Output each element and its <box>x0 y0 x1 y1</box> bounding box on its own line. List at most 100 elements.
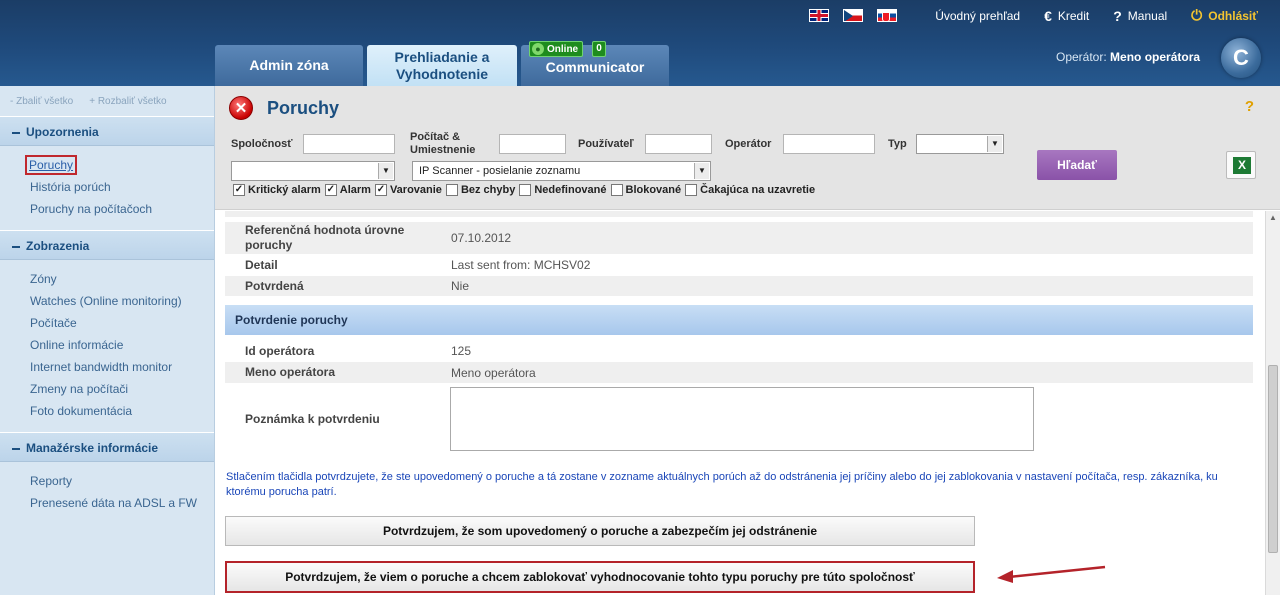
page-header: ✕ Poruchy <box>229 96 339 120</box>
sidebar-item-faults[interactable]: Poruchy <box>0 154 214 176</box>
credit-link-label: Kredit <box>1057 8 1090 23</box>
sidebar-item-label: Poruchy <box>24 155 78 175</box>
detail-row: Potvrdená Nie <box>225 276 1253 296</box>
sidebar-item-adsl-data[interactable]: Prenesené dáta na ADSL a FW <box>0 492 214 514</box>
sidebar-item-fault-history[interactable]: História porúch <box>0 176 214 198</box>
sidebar-item-bandwidth[interactable]: Internet bandwidth monitor <box>0 356 214 378</box>
top-bar: Úvodný prehľad € Kredit ? Manual ⏻ Odhlá… <box>809 7 1258 24</box>
annotation-arrow-icon <box>997 565 1106 583</box>
cz-flag-icon[interactable] <box>843 9 864 22</box>
type-label: Typ <box>888 138 907 150</box>
type-select[interactable]: ▼ <box>916 134 1004 154</box>
credit-link[interactable]: € Kredit <box>1044 8 1089 24</box>
checkbox-no-error[interactable]: Bez chyby <box>444 184 515 196</box>
expand-all-link[interactable]: + Rozbaliť všetko <box>89 96 166 107</box>
sidebar-item-label: Počítače <box>30 316 77 330</box>
sidebar-item-watches[interactable]: Watches (Online monitoring) <box>0 290 214 312</box>
sidebar-item-label: Zóny <box>30 272 57 286</box>
online-label: Online <box>547 43 579 55</box>
sidebar-item-computer-faults[interactable]: Poruchy na počítačoch <box>0 198 214 220</box>
sk-flag-icon[interactable] <box>877 9 898 22</box>
status-checkboxes: ✓ Kritický alarm ✓ Alarm ✓ Varovanie Bez ch… <box>231 184 817 196</box>
scanner-select[interactable]: IP Scanner - posielanie zoznamu ▼ <box>412 161 711 181</box>
detail-row: Referenčná hodnota úrovne poruchy 07.10.… <box>225 222 1253 254</box>
app-header: Úvodný prehľad € Kredit ? Manual ⏻ Odhlá… <box>0 0 1280 86</box>
tab-browse-evaluate[interactable]: Prehliadanie a Vyhodnotenie <box>367 45 517 86</box>
detail-key: Potvrdená <box>245 278 304 293</box>
sidebar-item-label: Zmeny na počítači <box>30 382 129 396</box>
user-input[interactable] <box>645 134 712 154</box>
company-select[interactable]: ▼ <box>231 161 395 181</box>
checkbox-alarm[interactable]: ✓ Alarm <box>323 184 371 196</box>
operator-input[interactable] <box>783 134 875 154</box>
sidebar-section-management[interactable]: Manažérske informácie <box>0 432 214 462</box>
detail-value: Last sent from: MCHSV02 <box>451 258 591 272</box>
sidebar-section-alerts[interactable]: Upozornenia <box>0 116 214 146</box>
detail-key: Referenčná hodnota úrovne poruchy <box>245 223 405 252</box>
sidebar-item-label: Foto dokumentácia <box>30 404 133 418</box>
logout-link-label: Odhlásiť <box>1208 8 1258 23</box>
scrollbar-thumb[interactable] <box>1268 365 1278 553</box>
collapse-all-link[interactable]: - Zbaliť všetko <box>10 96 73 107</box>
chevron-down-icon: ▼ <box>987 136 1002 152</box>
tab-admin-zone[interactable]: Admin zóna <box>215 45 363 86</box>
user-label: Používateľ <box>578 138 634 150</box>
checkbox-box[interactable] <box>685 184 698 196</box>
excel-export-button[interactable]: X <box>1226 151 1256 179</box>
manual-link-label: Manual <box>1127 8 1168 23</box>
checkbox-critical-alarm[interactable]: ✓ Kritický alarm <box>231 184 321 196</box>
sidebar-section-title: Upozornenia <box>26 125 99 139</box>
operator-info: Operátor: Meno operátora <box>1056 50 1200 64</box>
sidebar-item-computers[interactable]: Počítače <box>0 312 214 334</box>
sidebar-item-label: Internet bandwidth monitor <box>30 360 173 374</box>
detail-key: Detail <box>245 257 278 272</box>
confirm-fault-button[interactable]: Potvrdzujem, že som upovedomený o poruch… <box>225 516 975 546</box>
content-scrollbar[interactable]: ▲ <box>1265 211 1280 595</box>
block-fault-type-button[interactable]: Potvrdzujem, že viem o poruche a chcem z… <box>225 561 975 593</box>
overview-link[interactable]: Úvodný prehľad <box>935 9 1020 23</box>
computer-label: Počítač & Umiestnenie <box>410 131 476 156</box>
page-title: Poruchy <box>267 97 340 118</box>
logout-link[interactable]: ⏻ Odhlásiť <box>1191 7 1258 24</box>
sidebar-item-label: Reporty <box>30 474 73 488</box>
checkbox-undefined[interactable]: Nedefinované <box>517 184 607 196</box>
checkbox-box[interactable] <box>519 184 532 196</box>
checkbox-box[interactable] <box>610 184 623 196</box>
sidebar-item-computer-changes[interactable]: Zmeny na počítači <box>0 378 214 400</box>
checkbox-box[interactable]: ✓ <box>374 184 387 196</box>
detail-key: Id operátora <box>245 343 315 358</box>
sidebar-item-reports[interactable]: Reporty <box>0 470 214 492</box>
sidebar-item-online-info[interactable]: Online informácie <box>0 334 214 356</box>
confirm-note-textarea[interactable] <box>450 387 1034 451</box>
checkbox-box[interactable]: ✓ <box>233 184 245 196</box>
help-icon[interactable]: ? <box>1245 98 1254 115</box>
scroll-up-icon[interactable]: ▲ <box>1266 211 1280 225</box>
checkbox-box[interactable] <box>445 184 458 196</box>
checkbox-blocked[interactable]: Blokované <box>609 184 681 196</box>
checkbox-box[interactable]: ✓ <box>324 184 337 196</box>
detail-row: Detail Last sent from: MCHSV02 <box>225 254 1253 276</box>
en-flag-icon[interactable] <box>809 9 830 22</box>
sidebar-list-views: Zóny Watches (Online monitoring) Počítač… <box>0 260 214 432</box>
question-icon: ? <box>1113 7 1122 24</box>
app-logo: C <box>1221 38 1261 78</box>
detail-row: Meno operátora Meno operátora <box>225 362 1253 383</box>
chevron-down-icon: ▼ <box>378 163 393 179</box>
sidebar-toggle-bar: - Zbaliť všetko + Rozbaliť všetko <box>0 86 214 116</box>
search-button[interactable]: Hľadať <box>1037 150 1117 180</box>
sidebar-item-zones[interactable]: Zóny <box>0 268 214 290</box>
company-input[interactable] <box>303 134 395 154</box>
checkbox-label: Čakajúca na uzavretie <box>700 184 816 196</box>
manual-link[interactable]: ? Manual <box>1113 8 1167 24</box>
sidebar-list-alerts: Poruchy História porúch Poruchy na počít… <box>0 146 214 230</box>
computer-input[interactable] <box>499 134 566 154</box>
checkbox-awaiting-close[interactable]: Čakajúca na uzavretie <box>683 184 815 196</box>
detail-row: Id operátora 125 <box>225 341 1253 361</box>
sidebar-section-views[interactable]: Zobrazenia <box>0 230 214 260</box>
sidebar-item-label: História porúch <box>30 180 111 194</box>
detail-value: 07.10.2012 <box>451 231 512 245</box>
checkbox-label: Nedefinované <box>534 184 607 196</box>
checkbox-warning[interactable]: ✓ Varovanie <box>373 184 442 196</box>
sidebar-item-photo-docs[interactable]: Foto dokumentácia <box>0 400 214 422</box>
tab-admin-label: Admin zóna <box>249 57 329 73</box>
